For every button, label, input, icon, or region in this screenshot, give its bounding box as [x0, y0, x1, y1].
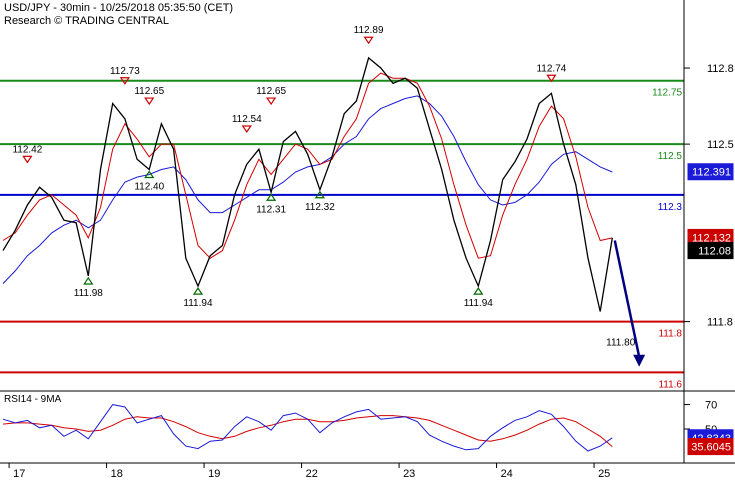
y-tick-label: 112.8: [707, 63, 734, 75]
chart-canvas: 112.75 112.5 112.3 111.8 111.6 112.42 112.73 1…: [0, 0, 735, 480]
x-tick-label: 19: [208, 468, 220, 480]
ma-slow-tag: 112.391: [692, 167, 731, 179]
high-label: 112.65: [134, 86, 164, 97]
low-label: 112.31: [256, 204, 286, 215]
level-label: 111.6: [658, 379, 682, 390]
rsi-label: RSI14 - 9MA: [4, 394, 62, 405]
level-label: 112.5: [658, 151, 683, 162]
level-label: 112.3: [658, 202, 683, 213]
x-tick-label: 23: [403, 468, 415, 480]
x-tick-label: 18: [111, 468, 123, 480]
rsi-y-tick-label: 70: [705, 400, 717, 412]
high-label: 112.73: [110, 66, 140, 77]
y-tick-label: 111.8: [707, 317, 733, 329]
chart-title: USD/JPY - 30min - 10/25/2018 05:35:50 (C…: [4, 2, 234, 14]
research-credit: Research © TRADING CENTRAL: [4, 15, 169, 27]
x-tick-label: 24: [501, 468, 513, 480]
low-label: 111.94: [183, 298, 213, 309]
low-label: 112.40: [134, 181, 164, 192]
high-label: 112.42: [12, 144, 42, 155]
x-tick-label: 22: [306, 468, 318, 480]
high-label: 112.89: [354, 25, 384, 36]
rsi-ma-tag: 35.6045: [691, 442, 731, 454]
low-label: 111.98: [74, 288, 104, 299]
level-label: 112.75: [652, 88, 682, 99]
x-tick-label: 25: [598, 468, 610, 480]
level-label: 111.8: [658, 329, 682, 340]
y-tick-label: 112.5: [707, 139, 734, 151]
low-label: 111.94: [464, 298, 494, 309]
last-price-tag: 112.08: [698, 246, 731, 258]
price-chart-svg: 112.75 112.5 112.3 111.8 111.6 112.42 112.73 1…: [0, 0, 735, 480]
low-label: 111.80: [606, 338, 636, 349]
high-label: 112.74: [536, 63, 566, 74]
high-label: 112.65: [256, 86, 286, 97]
low-label: 112.32: [305, 202, 335, 213]
x-tick-label: 17: [13, 468, 25, 480]
high-label: 112.54: [232, 114, 262, 125]
